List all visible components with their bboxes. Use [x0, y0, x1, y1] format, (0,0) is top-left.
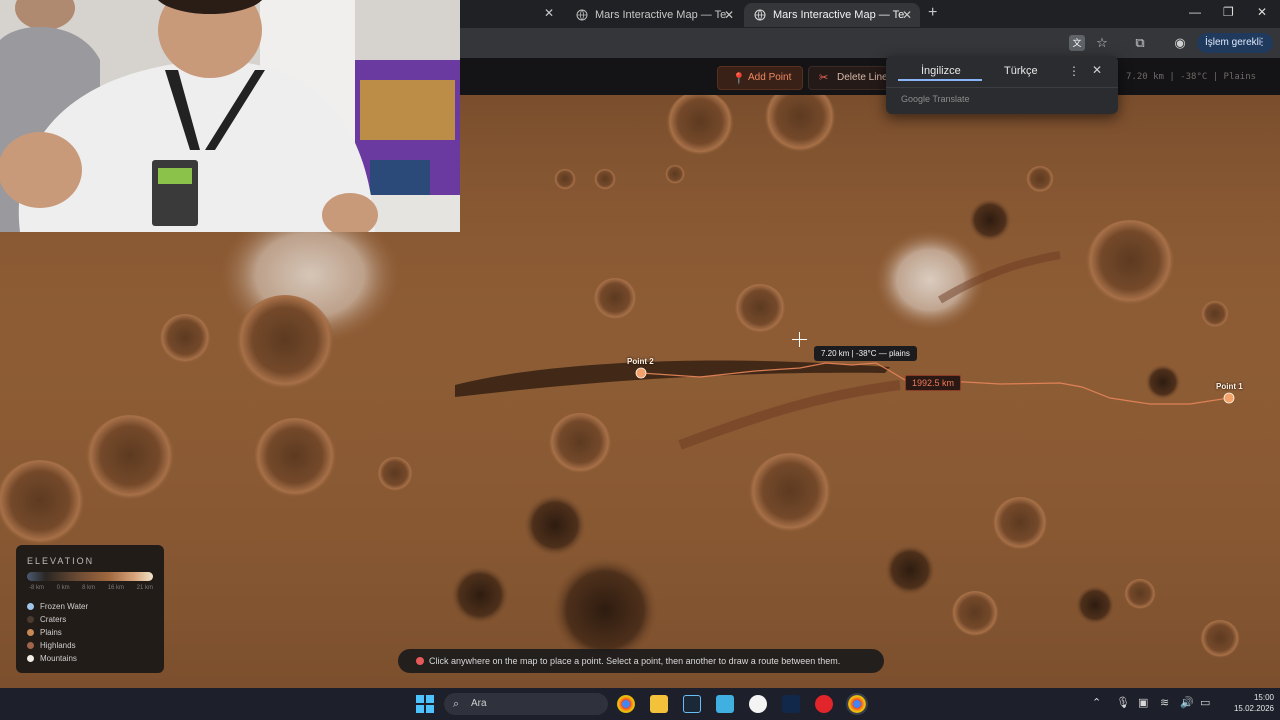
- translate-footer: Google Translate: [901, 94, 970, 104]
- instruction-text: Click anywhere on the map to place a poi…: [429, 656, 841, 666]
- search-label: Ara: [471, 698, 487, 709]
- legend-swatch: [27, 629, 34, 636]
- tick-label: 0 km: [56, 585, 70, 591]
- tray-chevron-up-icon[interactable]: ⌃: [1092, 696, 1101, 709]
- add-point-label: Add Point: [748, 72, 792, 83]
- translate-tab-source[interactable]: İngilizce: [921, 65, 961, 77]
- globe-icon: [754, 9, 766, 21]
- tab-close-icon[interactable]: ✕: [902, 8, 912, 22]
- scissors-icon: ✂: [819, 72, 829, 84]
- tab-close-icon[interactable]: ✕: [544, 6, 554, 20]
- tick-label: 16 km: [107, 585, 125, 591]
- delete-line-button[interactable]: ✂ Delete Line: [808, 66, 890, 90]
- taskbar: [0, 688, 1280, 720]
- wifi-icon[interactable]: ≋: [1160, 696, 1169, 709]
- close-icon[interactable]: ✕: [1092, 63, 1102, 77]
- menu-dots-icon[interactable]: ⋮: [1068, 64, 1080, 78]
- translate-icon[interactable]: 文: [1069, 35, 1085, 51]
- legend-item-craters: Craters: [27, 615, 66, 624]
- point-1-marker: [1223, 392, 1235, 404]
- legend-swatch: [27, 603, 34, 610]
- system-clock[interactable]: 15:00 15.02.2026: [1218, 692, 1274, 714]
- elevation-gradient-bar: [27, 572, 153, 581]
- close-window-button[interactable]: ✕: [1257, 5, 1267, 19]
- elevation-ticks: -8 km 0 km 8 km 16 km 21 km: [29, 585, 153, 591]
- legend-item-label: Frozen Water: [40, 602, 89, 611]
- search-icon: ⌕: [453, 698, 460, 710]
- active-tab-indicator: [898, 79, 982, 81]
- translate-popup: İngilizce Türkçe ⋮ ✕ Google Translate: [886, 56, 1118, 114]
- chrome-active-icon[interactable]: [846, 693, 868, 715]
- minimize-button[interactable]: —: [1189, 5, 1201, 19]
- legend-item-label: Highlands: [40, 641, 76, 650]
- tick-label: 8 km: [82, 585, 96, 591]
- add-point-button[interactable]: 📍 Add Point: [717, 66, 803, 90]
- bookmark-star-icon[interactable]: ☆: [1094, 35, 1110, 51]
- menu-dots-icon[interactable]: ⋮: [1257, 33, 1267, 53]
- notepad-icon[interactable]: [716, 695, 734, 713]
- file-explorer-icon[interactable]: [650, 695, 668, 713]
- legend-swatch: [27, 642, 34, 649]
- action-required-label: İşlem gerekli: [1205, 37, 1262, 48]
- legend-item-label: Craters: [40, 615, 67, 624]
- clock-date: 15.02.2026: [1233, 704, 1274, 713]
- tray-app-icon[interactable]: ▣: [1138, 696, 1148, 709]
- settings-gear-icon[interactable]: [749, 695, 767, 713]
- crosshair-cursor: [792, 332, 807, 347]
- status-readout: 7.20 km | -38°C | Plains: [1126, 72, 1257, 82]
- battery-icon[interactable]: ▭: [1200, 696, 1210, 709]
- hover-tooltip: 7.20 km | -38°C — plains: [814, 346, 917, 361]
- volume-icon[interactable]: 🔊: [1180, 696, 1194, 709]
- extensions-icon[interactable]: ⧉: [1132, 35, 1148, 51]
- browser-tab[interactable]: Mars Interactive Map — Terrain ✕: [566, 3, 742, 27]
- taskbar-search-box[interactable]: ⌕ Ara: [444, 693, 608, 715]
- tick-label: -8 km: [29, 585, 44, 591]
- profile-icon[interactable]: ◉: [1172, 35, 1188, 51]
- media-player-icon[interactable]: [815, 695, 833, 713]
- legend-item-plains: Plains: [27, 628, 62, 637]
- point-2-marker: [635, 367, 647, 379]
- legend-title: ELEVATION: [27, 556, 95, 566]
- action-required-button[interactable]: İşlem gerekli ⋮: [1197, 33, 1273, 53]
- arc-app-icon[interactable]: [782, 695, 800, 713]
- legend-item-highlands: Highlands: [27, 641, 76, 650]
- windows-start-icon[interactable]: [416, 695, 434, 713]
- divider: [886, 87, 1118, 88]
- tab-title: Mars Interactive Map — Terrain: [595, 9, 727, 21]
- webcam-feed: [0, 0, 460, 232]
- map-pin-icon: 📍: [732, 73, 746, 85]
- steam-icon[interactable]: [683, 695, 701, 713]
- browser-tab-active[interactable]: Mars Interactive Map — Terrain ✕: [744, 3, 920, 27]
- maximize-button[interactable]: ❐: [1223, 5, 1234, 19]
- legend-swatch: [27, 655, 34, 662]
- elevation-legend: ELEVATION -8 km 0 km 8 km 16 km 21 km Fr…: [16, 545, 164, 673]
- translate-tab-target[interactable]: Türkçe: [1004, 65, 1038, 77]
- legend-item-label: Mountains: [40, 654, 77, 663]
- legend-item-label: Plains: [40, 628, 62, 637]
- point-2-label[interactable]: Point 2: [627, 357, 654, 366]
- chrome-icon[interactable]: [617, 695, 635, 713]
- point-1-label[interactable]: Point 1: [1216, 382, 1243, 391]
- tick-label: 21 km: [136, 585, 153, 591]
- hint-dot-icon: [416, 657, 424, 665]
- microphone-icon[interactable]: 🎙: [1116, 696, 1130, 709]
- tab-title: Mars Interactive Map — Terrain: [773, 9, 905, 21]
- route-distance-badge: 1992.5 km: [905, 375, 962, 391]
- webcam-overlay: [0, 0, 460, 232]
- legend-swatch: [27, 616, 34, 623]
- legend-item-frozen-water: Frozen Water: [27, 602, 88, 611]
- new-tab-button[interactable]: +: [928, 4, 937, 22]
- legend-item-mountains: Mountains: [27, 654, 77, 663]
- globe-icon: [576, 9, 588, 21]
- instruction-bar: Click anywhere on the map to place a poi…: [398, 649, 884, 673]
- tab-close-icon[interactable]: ✕: [724, 8, 734, 22]
- delete-line-label: Delete Line: [837, 72, 888, 83]
- clock-time: 15:00: [1253, 693, 1274, 702]
